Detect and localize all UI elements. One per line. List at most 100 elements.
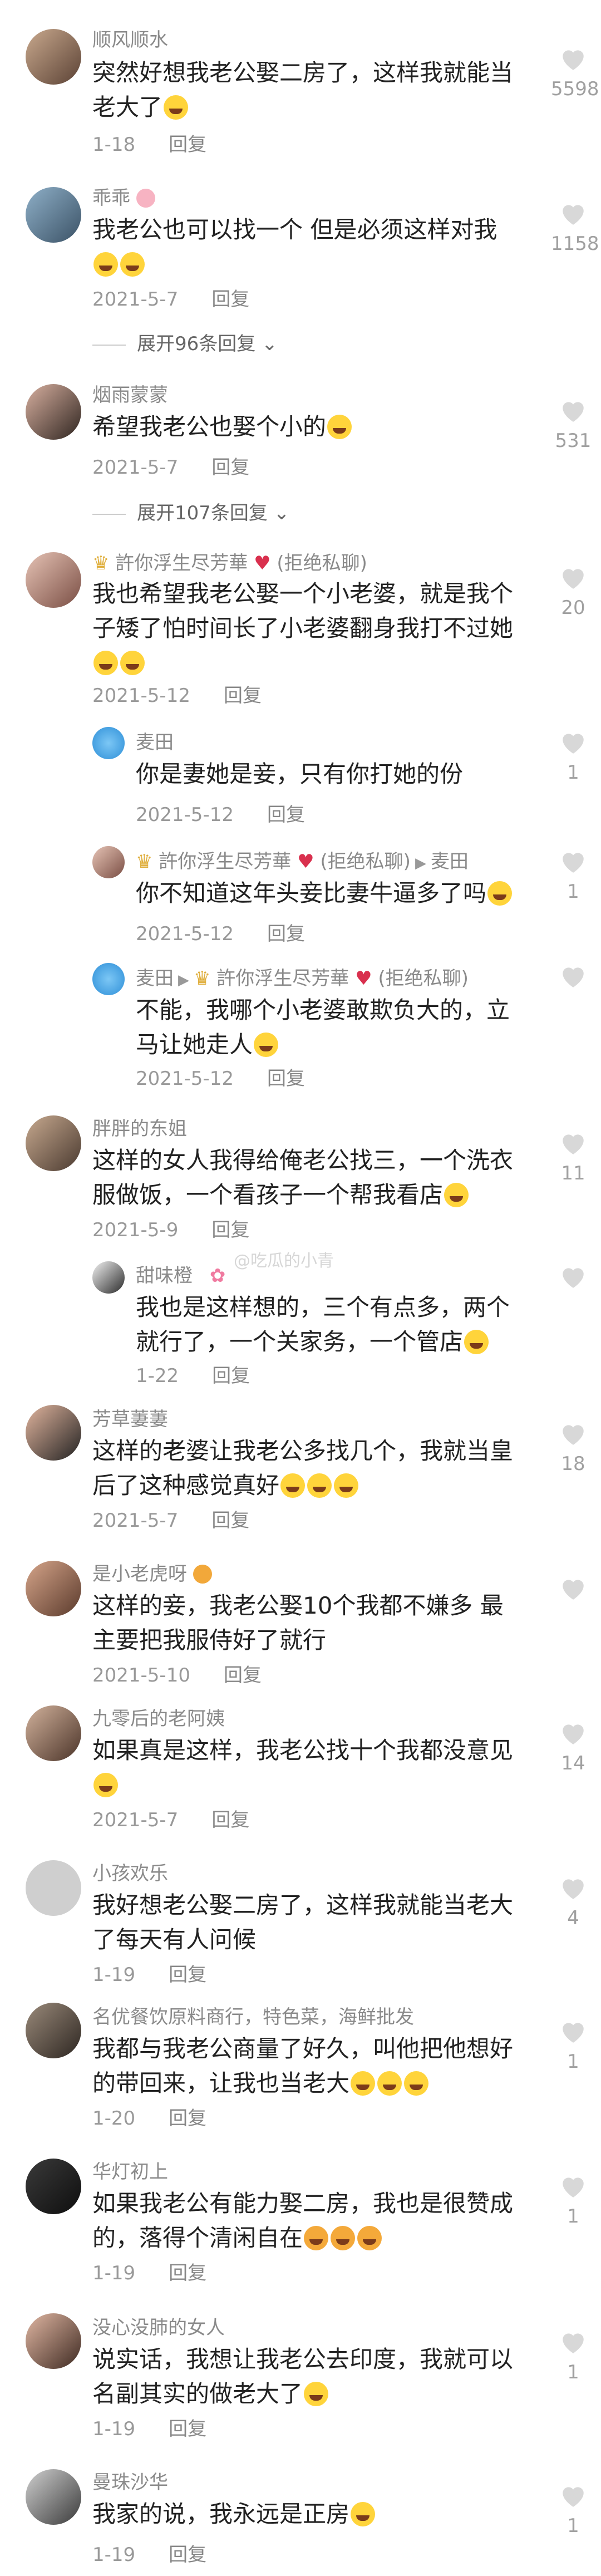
heart-icon — [563, 967, 584, 987]
like-button[interactable]: 20 — [551, 564, 595, 619]
reply-button[interactable]: 回复 — [211, 1510, 249, 1532]
laugh-cry-emoji-icon — [93, 1773, 118, 1797]
reply-button[interactable]: 回复 — [169, 134, 206, 156]
reply-target[interactable]: 麦田 — [431, 851, 469, 873]
like-button[interactable] — [551, 1264, 595, 1289]
crown-icon: ♛ — [194, 967, 211, 990]
comment-username[interactable]: 没心没肺的女人 — [92, 2317, 225, 2339]
comment-username[interactable]: 烟雨蒙蒙 — [92, 384, 168, 406]
comment-username[interactable]: 顺风顺水 — [92, 29, 168, 51]
like-button[interactable]: 1 — [551, 2482, 595, 2537]
comment-username[interactable]: 华灯初上 — [92, 2161, 168, 2183]
like-count: 1 — [567, 881, 579, 903]
avatar[interactable] — [26, 29, 81, 85]
comment-username[interactable]: 是小老虎呀 — [92, 1563, 212, 1585]
like-button[interactable] — [551, 1575, 595, 1601]
avatar[interactable] — [26, 2469, 81, 2525]
comment-username[interactable]: 甜味橙 ✿ — [136, 1265, 225, 1287]
reply-button[interactable]: 回复 — [211, 1219, 249, 1241]
like-button[interactable]: 11 — [551, 1130, 595, 1184]
like-count: 1 — [567, 2205, 579, 2228]
reply-button[interactable]: 回复 — [224, 1664, 262, 1687]
like-button[interactable]: 1 — [551, 2329, 595, 2383]
reply-button[interactable]: 回复 — [267, 1068, 305, 1090]
comment-meta: 2021-5-12 回复 — [136, 1068, 305, 1090]
thumbs-up-icon — [304, 2226, 329, 2250]
avatar[interactable] — [26, 1405, 81, 1461]
like-button[interactable]: 18 — [551, 1420, 595, 1475]
reply-button[interactable]: 回复 — [169, 2418, 206, 2440]
thumbs-up-icon — [357, 2226, 382, 2250]
like-button[interactable]: 4 — [551, 1875, 595, 1929]
like-button[interactable] — [551, 963, 595, 989]
heart-icon — [563, 1268, 584, 1288]
avatar[interactable] — [26, 1115, 81, 1171]
avatar[interactable] — [26, 1705, 81, 1761]
heart-icon — [563, 1425, 584, 1445]
comment-username[interactable]: 麦田 ▶ ♛ 許你浮生尽芳華 ♥ (拒绝私聊) — [136, 967, 469, 991]
comment-username[interactable]: 芳草萋萋 — [92, 1408, 168, 1430]
avatar[interactable] — [92, 1261, 125, 1294]
comment-username[interactable]: 乖乖 — [92, 187, 155, 209]
laugh-cry-emoji-icon — [327, 415, 352, 439]
comment-text: 这样的老婆让我老公多找几个，我就当皇后了这种感觉真好 — [92, 1437, 514, 1499]
comment-username[interactable]: 小孩欢乐 — [92, 1862, 168, 1885]
like-button[interactable]: 5598 — [551, 46, 599, 100]
expand-replies-button[interactable]: 展开96条回复 ⌄ — [92, 333, 278, 355]
like-button[interactable]: 1 — [551, 729, 595, 784]
comment-username[interactable]: 九零后的老阿姨 — [92, 1708, 225, 1730]
chevron-down-icon: ⌄ — [273, 502, 290, 524]
like-button[interactable]: 1 — [551, 2018, 595, 2073]
avatar[interactable] — [26, 1860, 81, 1916]
avatar[interactable] — [26, 2159, 81, 2214]
comment-text: 我也希望我老公娶一个小老婆，就是我个子矮了怕时间长了小老婆翻身我打不过她 — [92, 577, 515, 680]
like-button[interactable]: 1 — [551, 2173, 595, 2228]
avatar[interactable] — [26, 552, 81, 608]
chevron-down-icon: ⌄ — [262, 333, 278, 355]
like-button[interactable]: 14 — [551, 1720, 595, 1774]
reply-button[interactable]: 回复 — [169, 1964, 206, 1986]
avatar[interactable] — [26, 1561, 81, 1616]
expand-replies-button[interactable]: 展开107条回复 ⌄ — [92, 502, 289, 524]
reply-button[interactable]: 回复 — [211, 288, 249, 311]
pig-icon — [136, 189, 155, 208]
avatar[interactable] — [92, 963, 125, 995]
reply-button[interactable]: 回复 — [169, 2107, 206, 2130]
comment-username[interactable]: 胖胖的东姐 — [92, 1118, 187, 1140]
avatar[interactable] — [26, 384, 81, 440]
comment-time: 2021-5-12 — [136, 923, 234, 945]
comment-text: 你是妻她是妾，只有你打她的份 — [136, 760, 464, 788]
comment-text: 我也是这样想的，三个有点多，两个就行了，一个关家务，一个管店 — [136, 1294, 510, 1355]
like-button[interactable]: 531 — [551, 397, 595, 452]
lips-icon: ♥ — [254, 552, 271, 574]
comment-time: 2021-5-7 — [92, 288, 179, 311]
laugh-cry-emoji-icon — [254, 1033, 279, 1057]
avatar[interactable] — [26, 2313, 81, 2369]
reply-button[interactable]: 回复 — [211, 456, 249, 479]
comment-username[interactable]: 麦田 — [136, 731, 174, 754]
reply-button[interactable]: 回复 — [169, 2544, 206, 2566]
comment-username[interactable]: 名优餐饮原料商行，特色菜，海鲜批发 — [92, 2006, 414, 2028]
comment-username[interactable]: ♛ 許你浮生尽芳華 ♥ (拒绝私聊) ▶ 麦田 — [136, 851, 469, 874]
comment-username[interactable]: 曼珠沙华 — [92, 2471, 168, 2494]
laugh-cry-emoji-icon — [164, 95, 189, 120]
like-count: 1 — [567, 2515, 579, 2537]
reply-button[interactable]: 回复 — [211, 1809, 249, 1831]
reply-button[interactable]: 回复 — [212, 1365, 250, 1387]
avatar[interactable] — [92, 846, 125, 878]
like-count: 531 — [555, 430, 592, 452]
comment-text: 我老公也可以找一个 但是必须这样对我 — [92, 213, 515, 282]
reply-button[interactable]: 回复 — [267, 804, 305, 826]
avatar[interactable] — [26, 2003, 81, 2058]
reply-button[interactable]: 回复 — [169, 2262, 206, 2284]
reply-button[interactable]: 回复 — [267, 923, 305, 945]
comment-meta: 1-20 回复 — [92, 2107, 206, 2130]
avatar[interactable] — [92, 727, 125, 759]
comment-username[interactable]: ♛ 許你浮生尽芳華 ♥ (拒绝私聊) — [92, 552, 367, 574]
reply-button[interactable]: 回复 — [224, 685, 262, 707]
like-button[interactable]: 1 — [551, 848, 595, 903]
like-button[interactable]: 1158 — [551, 200, 599, 255]
avatar[interactable] — [26, 187, 81, 243]
comment-meta: 2021-5-12 回复 — [136, 923, 305, 945]
reply-target[interactable]: 許你浮生尽芳華 — [216, 967, 349, 990]
